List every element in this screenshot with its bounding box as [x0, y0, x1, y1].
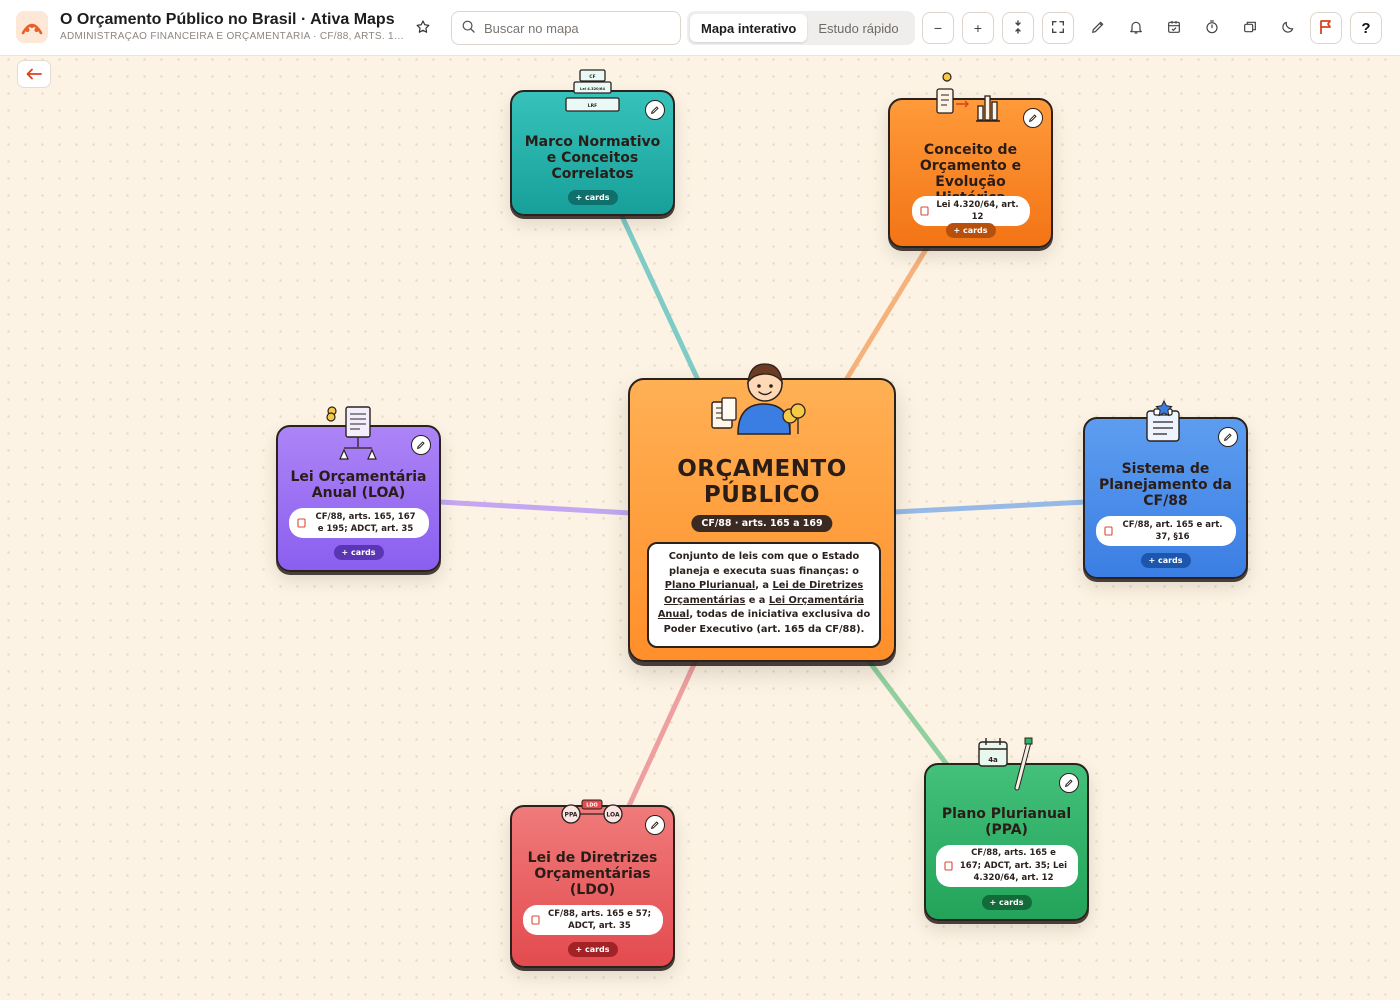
- budget-law-illustration: [326, 406, 377, 460]
- pencil-icon: [650, 821, 659, 830]
- connector-sistema: [891, 499, 1089, 515]
- edit-node-button[interactable]: [1218, 427, 1238, 447]
- edit-node-button[interactable]: [645, 815, 665, 835]
- reference-pill: CF/88, arts. 165 e 167; ADCT, art. 35; L…: [935, 845, 1078, 887]
- stack-label-lrf: LRF: [588, 103, 597, 109]
- reference-pill: CF/88, arts. 165, 167 e 195; ADCT, art. …: [288, 508, 429, 538]
- connector-ppa: [865, 657, 951, 769]
- book-icon: [530, 915, 540, 925]
- cards-button[interactable]: + cards: [945, 223, 996, 238]
- reference-text: CF/88, arts. 165 e 57; ADCT, art. 35: [547, 909, 652, 931]
- calendar-label: 4a: [988, 756, 998, 764]
- stack-label-lei: Lei 4.320/64: [580, 87, 605, 91]
- connector-marco: [617, 209, 701, 383]
- connector-loa: [437, 499, 633, 516]
- cards-button[interactable]: + cards: [333, 545, 384, 560]
- reference-text: Lei 4.320/64, art. 12: [936, 200, 1019, 222]
- pencil-icon: [650, 106, 659, 115]
- cards-button[interactable]: + cards: [981, 895, 1032, 910]
- pencil-icon: [1064, 779, 1073, 788]
- history-illustration: [936, 72, 1000, 122]
- center-description: Conjunto de leis com que o Estado planej…: [647, 542, 881, 648]
- book-icon: [296, 518, 306, 528]
- center-title: ORÇAMENTO PÚBLICO: [677, 456, 847, 508]
- edit-node-button[interactable]: [411, 435, 431, 455]
- person-budget-illustration: [711, 363, 806, 435]
- cards-button[interactable]: + cards: [567, 190, 618, 205]
- node-title: Plano Plurianual (PPA): [941, 806, 1072, 838]
- calendar-pencil-illustration: 4a: [978, 737, 1033, 791]
- cards-button[interactable]: + cards: [567, 942, 618, 957]
- cards-button[interactable]: + cards: [1140, 553, 1191, 568]
- reference-text: CF/88, arts. 165 e 167; ADCT, art. 35; L…: [959, 848, 1068, 884]
- edit-node-button[interactable]: [1023, 108, 1043, 128]
- reference-text: CF/88, art. 165 e art. 37, §16: [1122, 520, 1223, 542]
- reference-text: CF/88, arts. 165, 167 e 195; ADCT, art. …: [315, 512, 416, 534]
- chain-label-ldo: LDO: [586, 803, 598, 809]
- node-title: Marco Normativo e Conceitos Correlatos: [524, 134, 661, 182]
- pencil-icon: [1223, 433, 1232, 442]
- book-icon: [943, 861, 953, 871]
- chain-label-ppa: PPA: [565, 812, 578, 819]
- book-icon: [1103, 526, 1113, 536]
- edit-node-button[interactable]: [1059, 773, 1079, 793]
- book-icon: [919, 206, 929, 216]
- node-ldo[interactable]: Lei de Diretrizes Orçamentárias (LDO) CF…: [510, 805, 675, 968]
- pencil-icon: [1028, 114, 1037, 123]
- ppa-ldo-loa-illustration: PPA LDO LOA: [561, 799, 623, 824]
- connector-conceito: [843, 243, 931, 383]
- clipboard-star-illustration: [1146, 400, 1180, 442]
- edit-node-button[interactable]: [645, 100, 665, 120]
- reference-pill: CF/88, art. 165 e art. 37, §16: [1095, 516, 1236, 546]
- reference-pill: Lei 4.320/64, art. 12: [911, 196, 1030, 226]
- link-plano-plurianual[interactable]: Plano Plurianual: [665, 580, 756, 591]
- reference-pill: CF/88, arts. 165 e 57; ADCT, art. 35: [522, 905, 663, 935]
- center-badge: CF/88 · arts. 165 a 169: [691, 515, 833, 532]
- stack-label-cf: CF: [589, 74, 595, 80]
- connector-ldo: [625, 657, 699, 811]
- node-title: Lei Orçamentária Anual (LOA): [290, 469, 427, 501]
- node-title: Lei de Diretrizes Orçamentárias (LDO): [527, 850, 658, 898]
- chain-label-loa: LOA: [606, 812, 620, 819]
- law-stack-illustration: CF Lei 4.320/64 LRF: [565, 69, 620, 112]
- pencil-icon: [416, 441, 425, 450]
- node-title: Sistema de Planejamento da CF/88: [1099, 461, 1232, 509]
